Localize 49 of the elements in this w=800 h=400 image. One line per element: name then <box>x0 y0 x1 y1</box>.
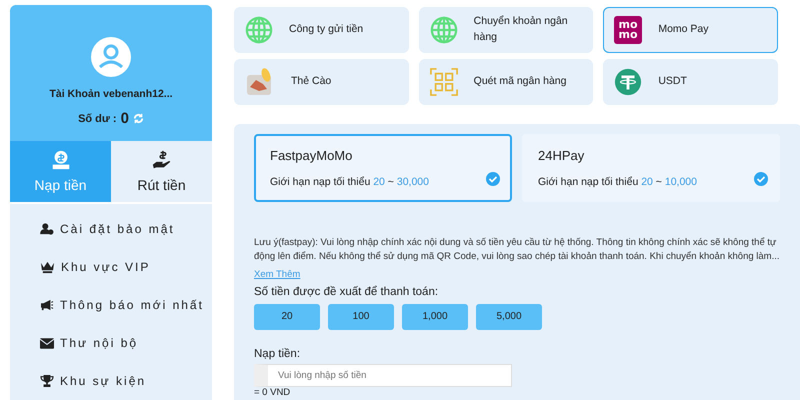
payment-method[interactable]: USDT <box>603 59 778 105</box>
user-lock-icon <box>40 223 54 235</box>
note-text: Lưu ý(fastpay): Vui lòng nhập chính xác nội dung và số tiền yêu cầu từ hệ thống. Thông tin không chính xác sẽ không thể tự động lên điểm. Nếu không thể sử dụng mã QR Code, vui lòng sao chép tài khoản thanh toán. Khi chuyển khoản không làm... <box>254 236 781 264</box>
menu-label: Khu sự kiện <box>60 374 146 388</box>
channel-card[interactable]: FastpayMoMo Giới hạn nạp tối thiểu 20 ~ 30,000 <box>254 134 512 202</box>
amount-button[interactable]: 100 <box>328 304 394 330</box>
payment-method[interactable]: Chuyển khoản ngân hàng <box>418 7 594 53</box>
channel-limit: Giới hạn nạp tối thiểu 20 ~ 10,000 <box>538 176 697 188</box>
menu-label: Thông báo mới nhất <box>60 298 204 312</box>
converted-amount: = 0 VND <box>254 386 292 398</box>
account-name: Tài Khoản vebenanh12... <box>49 88 173 100</box>
channel-name: FastpayMoMo <box>270 148 354 163</box>
amount-button[interactable]: 5,000 <box>476 304 542 330</box>
menu-item[interactable]: Khu vực VIP <box>40 248 212 286</box>
amount-button[interactable]: 1,000 <box>402 304 468 330</box>
qr-code-icon <box>430 68 458 96</box>
megaphone-icon <box>40 299 54 311</box>
balance-value: 0 <box>120 110 129 127</box>
balance-label: Số dư : <box>78 112 117 124</box>
avatar-icon <box>91 37 131 77</box>
suggest-label: Số tiền được đề xuất để thanh toán: <box>254 286 440 298</box>
refresh-icon[interactable] <box>132 113 144 124</box>
payment-method[interactable]: Quét mã ngân hàng <box>418 59 594 105</box>
menu-item[interactable]: Thư nội bộ <box>40 324 212 362</box>
payment-method[interactable]: Công ty gửi tiền <box>234 7 409 53</box>
crown-icon <box>40 260 55 274</box>
payment-method[interactable]: Thẻ Cào <box>234 59 409 105</box>
globe-icon <box>245 16 273 44</box>
channel-card[interactable]: 24HPay Giới hạn nạp tối thiểu 20 ~ 10,000 <box>522 134 780 202</box>
menu-item[interactable]: Thông báo mới nhất <box>40 286 212 324</box>
tether-icon <box>614 68 642 96</box>
amount-button[interactable]: 20 <box>254 304 320 330</box>
menu-label: Cài đặt bảo mật <box>60 222 175 236</box>
payment-method[interactable]: mo mo Momo Pay <box>603 7 778 53</box>
momo-logo: mo mo <box>614 16 642 44</box>
channel-name: 24HPay <box>538 148 586 163</box>
trophy-icon <box>40 375 54 387</box>
deposit-label: Nạp tiền: <box>254 348 302 360</box>
check-icon <box>486 172 500 186</box>
menu-label: Khu vực VIP <box>61 260 150 274</box>
tab[interactable]: Rút tiền <box>111 140 212 202</box>
globe-icon <box>430 16 458 44</box>
check-icon <box>754 172 768 186</box>
amount-field[interactable]: Vui lòng nhập số tiền <box>254 364 512 387</box>
menu-item[interactable]: Khu sự kiện <box>40 362 212 400</box>
channel-limit: Giới hạn nạp tối thiểu 20 ~ 30,000 <box>270 176 429 188</box>
menu-item[interactable]: Cài đặt bảo mật <box>40 210 212 248</box>
menu-label: Thư nội bộ <box>60 336 138 350</box>
envelope-icon <box>40 338 54 348</box>
